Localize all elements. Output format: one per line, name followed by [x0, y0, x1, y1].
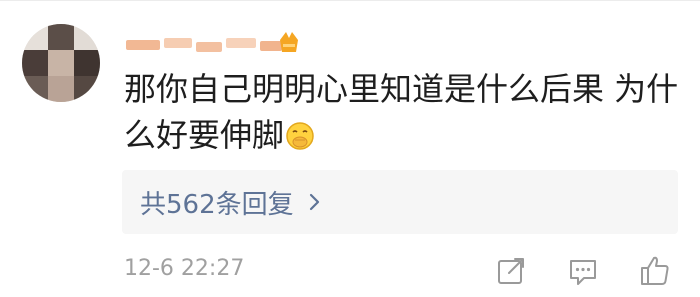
comment-body: 那你自己明明心里知道是什么后果 为什么好要伸脚 [124, 70, 679, 154]
comment-text: 那你自己明明心里知道是什么后果 为什么好要伸脚 [124, 66, 684, 158]
like-icon[interactable] [638, 254, 672, 288]
comment-icon[interactable] [566, 254, 600, 288]
vip-badge-icon [280, 32, 298, 52]
user-avatar[interactable] [22, 24, 100, 102]
face-with-hand-over-mouth-emoji-icon [286, 122, 314, 150]
chevron-right-icon [309, 193, 319, 211]
share-icon[interactable] [494, 254, 528, 288]
top-divider [0, 0, 700, 1]
view-replies-button[interactable]: 共562条回复 [122, 170, 678, 234]
comment-timestamp: 12-6 22:27 [124, 256, 245, 281]
replies-count-label: 共562条回复 [140, 189, 294, 220]
